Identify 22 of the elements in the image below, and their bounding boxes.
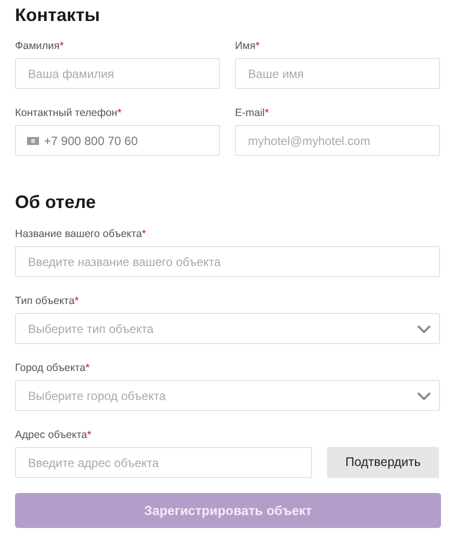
input-field[interactable]: Ваше имя [235,58,440,89]
field-label: Название вашего объекта* [15,228,148,241]
chevron-down-icon [417,325,431,333]
input-field[interactable]: Ваша фамилия [15,58,220,89]
select-field[interactable]: Выберите тип объекта [15,313,440,344]
field-label: Фамилия* [15,40,65,53]
field-label: Адрес объекта* [15,429,92,442]
input-field[interactable]: +7 900 800 70 60 [15,125,220,156]
confirm-button[interactable]: Подтвердить [327,447,439,478]
field-label: E-mail* [235,107,270,120]
select-field[interactable]: Выберите город объекта [15,380,440,411]
input-field[interactable]: Введите адрес объекта [15,447,312,478]
input-field[interactable]: myhotel@myhotel.com [235,125,440,156]
chevron-down-icon [417,392,431,400]
field-label: Имя* [235,40,261,53]
section-heading: Об отеле [15,191,97,214]
section-heading: Контакты [15,4,101,27]
field-label: Тип объекта* [15,295,80,308]
field-label: Контактный телефон* [15,107,122,120]
field-label: Город объекта* [15,362,91,375]
input-field[interactable]: Введите название вашего объекта [15,246,440,277]
flag-icon [27,137,39,145]
